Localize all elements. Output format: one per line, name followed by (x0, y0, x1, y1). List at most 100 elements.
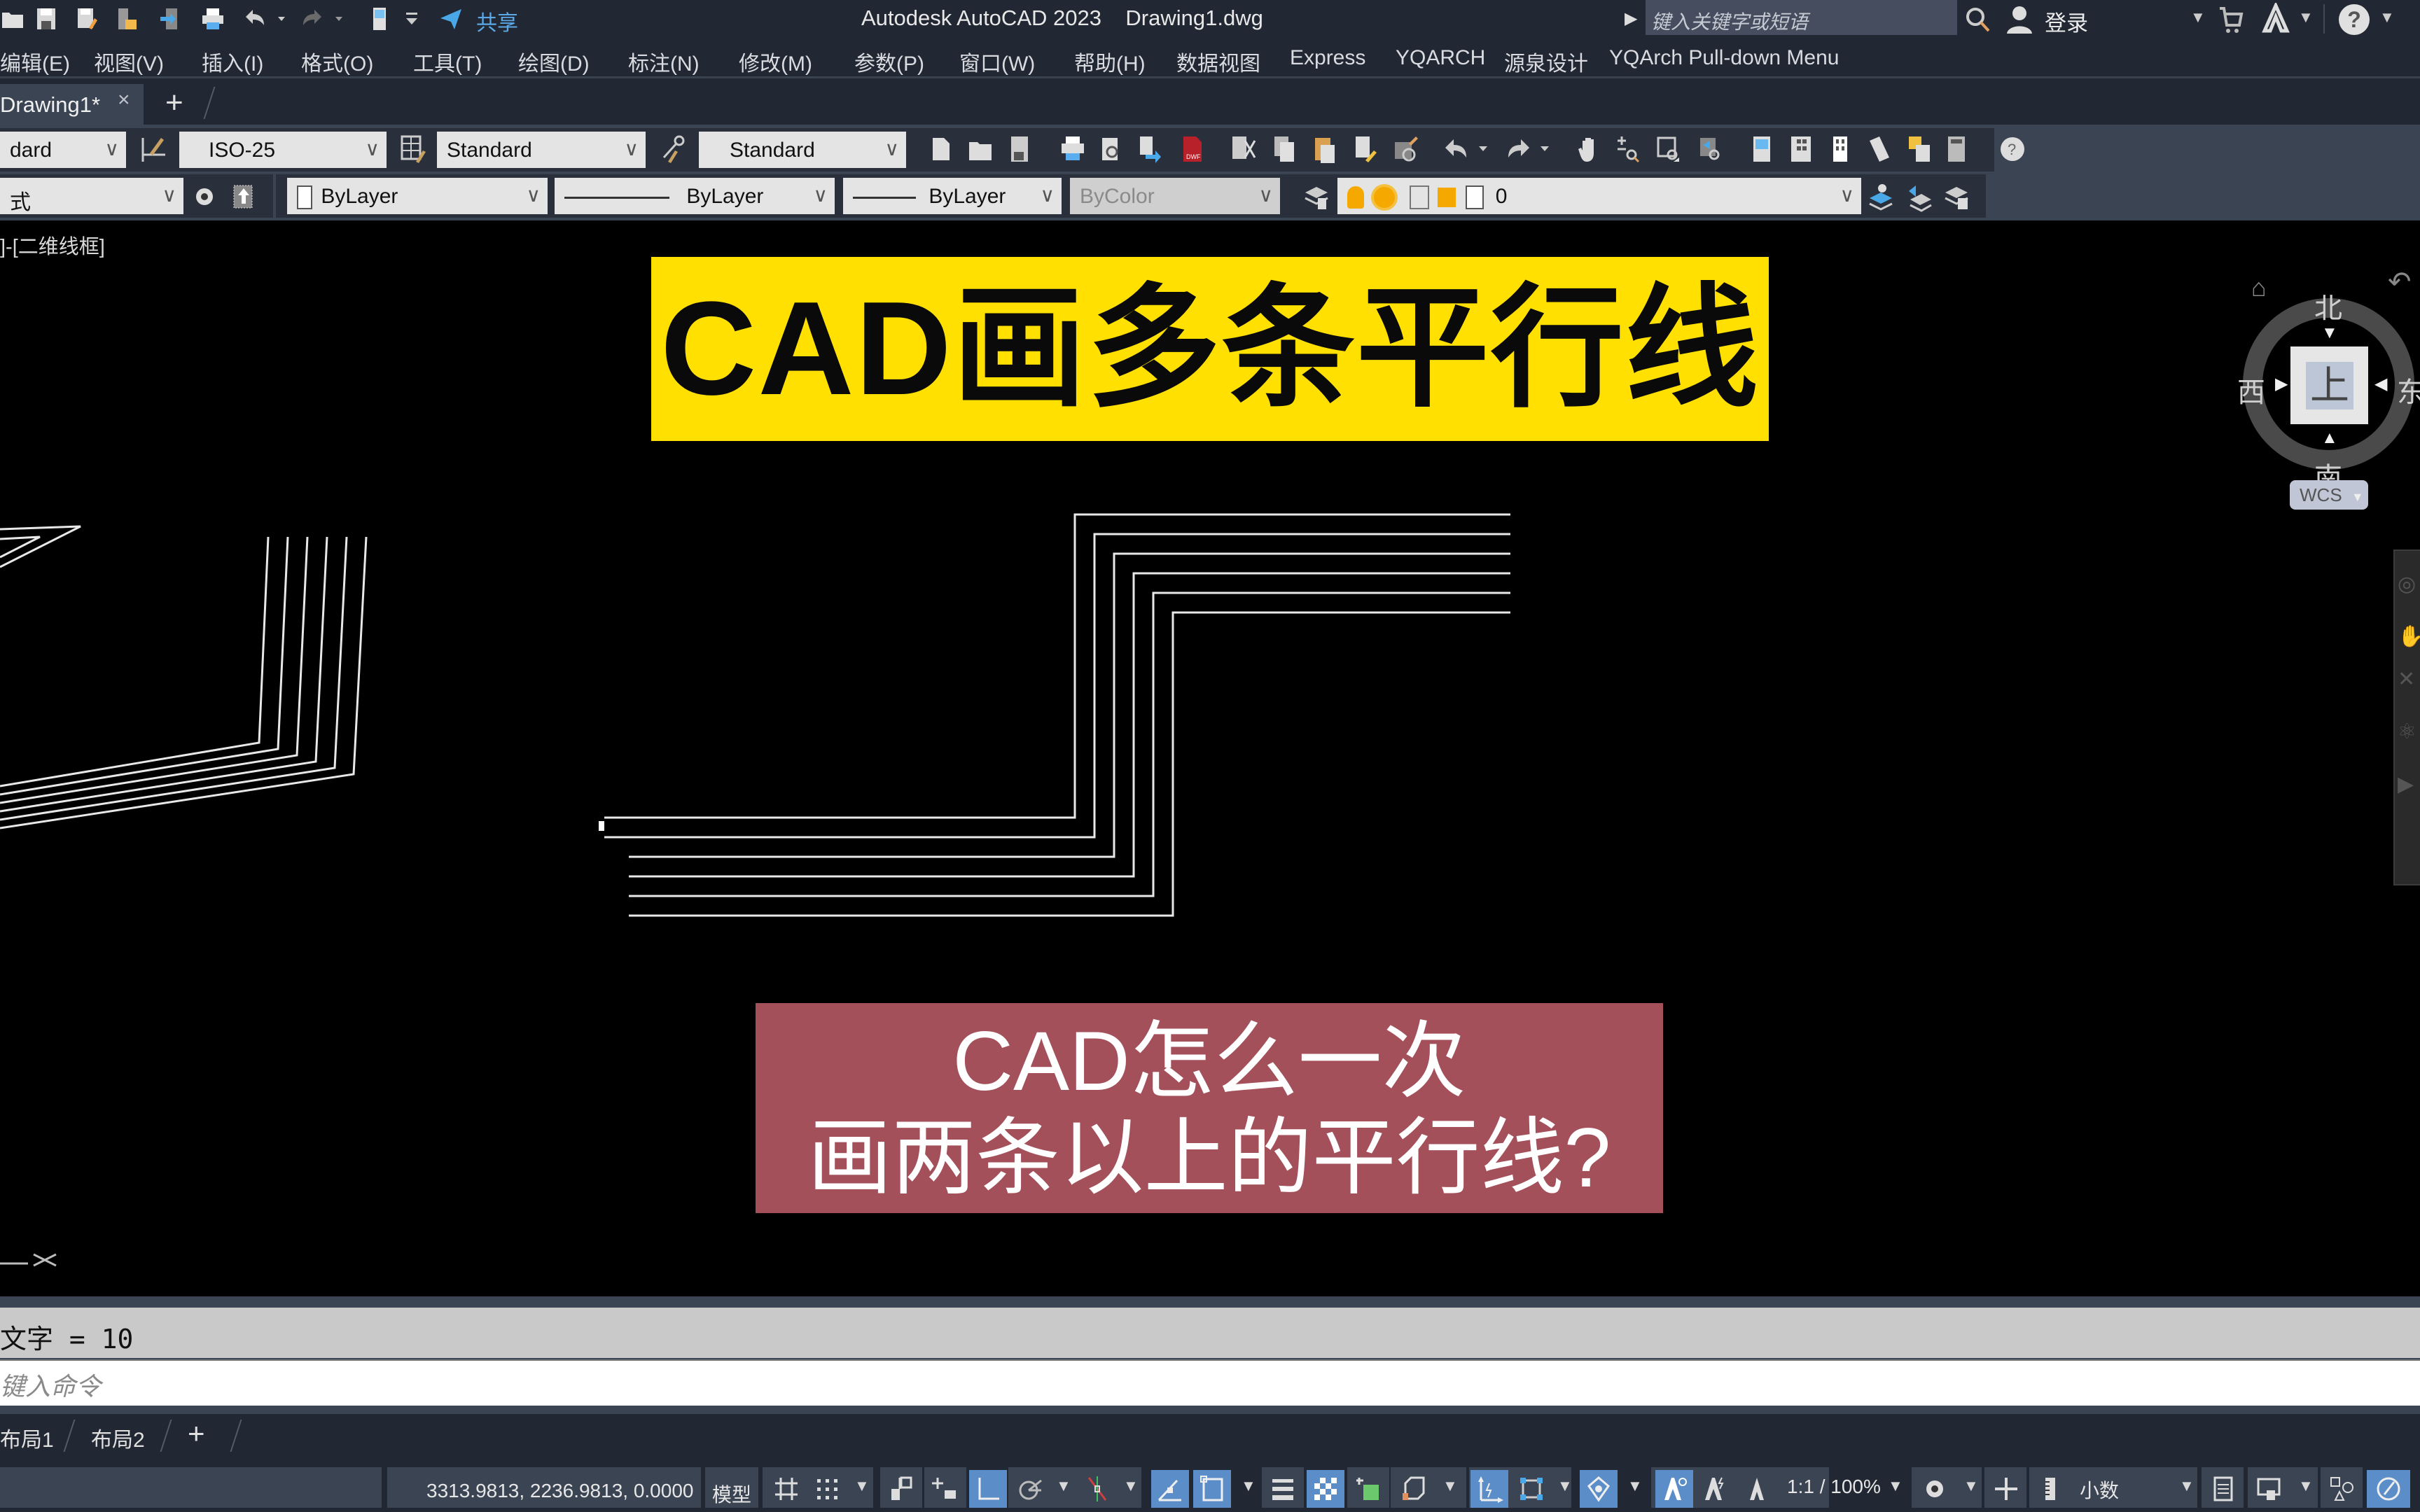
polar-dropdown-icon[interactable]: ▼ (1056, 1477, 1071, 1495)
units-icon[interactable] (2032, 1470, 2070, 1508)
3d-object-snap-icon[interactable] (1393, 1470, 1431, 1508)
multileader-style-icon[interactable] (657, 132, 688, 167)
make-object-layer-current-icon[interactable] (1865, 179, 1896, 214)
open-icon[interactable] (0, 6, 25, 32)
angled-parallel-line[interactable] (0, 536, 270, 788)
compass-north[interactable]: 北 (2314, 286, 2342, 326)
steering-wheel-icon[interactable]: ◎ (2398, 572, 2420, 596)
table-style-select[interactable]: Standard ∨ (437, 132, 646, 168)
gizmo-icon[interactable] (1580, 1470, 1618, 1508)
arrow-up-icon[interactable]: ▲ (2321, 428, 2338, 448)
workspace-settings-icon[interactable] (189, 179, 220, 214)
command-input[interactable]: 键入命令 (0, 1359, 2420, 1406)
snap-mode-icon[interactable] (808, 1470, 846, 1508)
layer-select[interactable]: 0 ∨ (1337, 178, 1861, 214)
dynamic-ucs-icon[interactable] (1470, 1470, 1508, 1508)
lock-ui-icon[interactable] (2251, 1470, 2288, 1508)
hardware-acceleration-icon[interactable] (2367, 1470, 2410, 1508)
angled-parallel-line[interactable] (0, 536, 368, 830)
ortho-mode-icon[interactable] (969, 1470, 1007, 1508)
annotation-monitor-icon[interactable] (1987, 1470, 2025, 1508)
zoom-window-icon[interactable] (1654, 132, 1685, 167)
viewcube[interactable]: ⌂ ↶ 北 南 西 东 ▼ ▲ ▶ ◀ 上 (2237, 259, 2420, 493)
save-as-icon[interactable] (74, 6, 99, 32)
menu-tools[interactable]: 工具(T) (413, 46, 482, 77)
menu-format[interactable]: 格式(O) (301, 46, 373, 77)
annotation-scale-icon[interactable] (1738, 1470, 1776, 1508)
workspace-icon[interactable] (367, 6, 392, 32)
publish-icon[interactable] (1133, 132, 1164, 167)
menu-express[interactable]: Express (1290, 46, 1365, 70)
customize-icon[interactable] (403, 6, 420, 32)
model-space-button[interactable]: 模型 (705, 1467, 758, 1508)
arrow-down-icon[interactable]: ▼ (2321, 323, 2338, 343)
menu-dimension[interactable]: 标注(N) (628, 46, 700, 77)
block-editor-icon[interactable] (1391, 132, 1421, 167)
coordinates-display[interactable]: 3313.9813, 2236.9813, 0.0000 (387, 1467, 701, 1508)
tool-palettes-icon[interactable] (1825, 132, 1856, 167)
cut-icon[interactable] (1228, 132, 1259, 167)
wcs-menu-button[interactable]: WCS ▼ (2290, 480, 2368, 510)
drawing-viewport[interactable]: ]-[二维线框] CAD画多条平行线 CAD怎么一次 画两条以上的平行线? ⌂ … (0, 220, 2420, 1296)
lock-ui-dropdown-icon[interactable]: ▼ (2298, 1477, 2314, 1495)
zoom-realtime-icon[interactable] (1613, 132, 1644, 167)
plot-file-icon[interactable] (1057, 132, 1088, 167)
menu-yqarch-pulldown[interactable]: YQArch Pull-down Menu (1609, 46, 1839, 70)
toolbar-undo-icon[interactable] (1441, 132, 1472, 167)
parallel-line[interactable] (604, 513, 1510, 819)
search-input[interactable]: 键入关键字或短语 (1646, 0, 1957, 35)
nav-pan-icon[interactable]: ✋ (2398, 624, 2420, 649)
menu-yqarch[interactable]: YQARCH (1396, 46, 1485, 70)
open-file-icon[interactable] (965, 132, 996, 167)
help-dropdown-icon[interactable]: ▼ (2379, 8, 2395, 27)
design-center-icon[interactable] (1786, 132, 1816, 167)
undo-icon[interactable] (242, 6, 267, 32)
menu-insert[interactable]: 插入(I) (202, 46, 263, 77)
parallel-line[interactable] (629, 592, 1510, 897)
dimension-style-icon[interactable] (139, 132, 169, 167)
autodesk-a360-icon[interactable] (2260, 1, 2291, 35)
menu-draw[interactable]: 绘图(D) (518, 46, 590, 77)
new-file-icon[interactable] (926, 132, 957, 167)
plot-icon[interactable] (200, 6, 225, 32)
search-icon[interactable] (1964, 6, 1992, 34)
color-select[interactable]: ByLayer ∨ (287, 178, 548, 214)
object-snap-tracking-icon[interactable] (1151, 1470, 1189, 1508)
zoom-previous-icon[interactable] (1695, 132, 1725, 167)
isolate-objects-icon[interactable] (2323, 1470, 2361, 1508)
menu-help[interactable]: 帮助(H) (1074, 46, 1146, 77)
copy-icon[interactable] (1269, 132, 1300, 167)
layer-previous-icon[interactable] (1903, 179, 1934, 214)
auto-scale-icon[interactable] (1696, 1470, 1734, 1508)
home-icon[interactable]: ⌂ (2251, 273, 2267, 302)
line-grip-handle[interactable] (599, 821, 604, 831)
open-from-web-icon[interactable] (113, 6, 139, 32)
menu-modify[interactable]: 修改(M) (739, 46, 812, 77)
viewcube-face-top[interactable]: 上 (2290, 346, 2368, 424)
dynamic-input-icon[interactable] (926, 1470, 964, 1508)
tab-layout1[interactable]: 布局1 (0, 1422, 54, 1453)
share-button[interactable]: 共享 (476, 6, 518, 36)
isodraft-dropdown-icon[interactable]: ▼ (1123, 1477, 1139, 1495)
new-tab-button[interactable]: + (165, 85, 183, 120)
workspace-select[interactable]: 式 ∨ (0, 178, 183, 214)
paste-icon[interactable] (1309, 132, 1340, 167)
dwf-export-icon[interactable]: DWF (1176, 132, 1207, 167)
parallel-line[interactable] (629, 611, 1510, 917)
markup-set-manager-icon[interactable] (1903, 132, 1934, 167)
object-snap-icon[interactable] (1193, 1470, 1231, 1508)
undo-list-dropdown-icon[interactable] (1476, 132, 1490, 167)
toolbar-help-icon[interactable]: ? (1997, 132, 2028, 167)
linetype-select[interactable]: ByLayer ∨ (555, 178, 835, 214)
3d-osnap-dropdown-icon[interactable]: ▼ (1442, 1477, 1458, 1495)
close-tab-icon[interactable]: × (118, 88, 130, 112)
toolbar-redo-icon[interactable] (1503, 132, 1534, 167)
selection-filter-icon[interactable] (1512, 1470, 1550, 1508)
search-expand-icon[interactable]: ▶ (1625, 8, 1637, 29)
redo-icon[interactable] (300, 6, 325, 32)
share-icon[interactable] (438, 6, 464, 32)
arrow-right-icon[interactable]: ▶ (2275, 374, 2288, 394)
tab-layout2[interactable]: 布局2 (91, 1422, 145, 1453)
parallel-line[interactable] (629, 552, 1510, 858)
redo-dropdown-icon[interactable] (332, 6, 346, 32)
